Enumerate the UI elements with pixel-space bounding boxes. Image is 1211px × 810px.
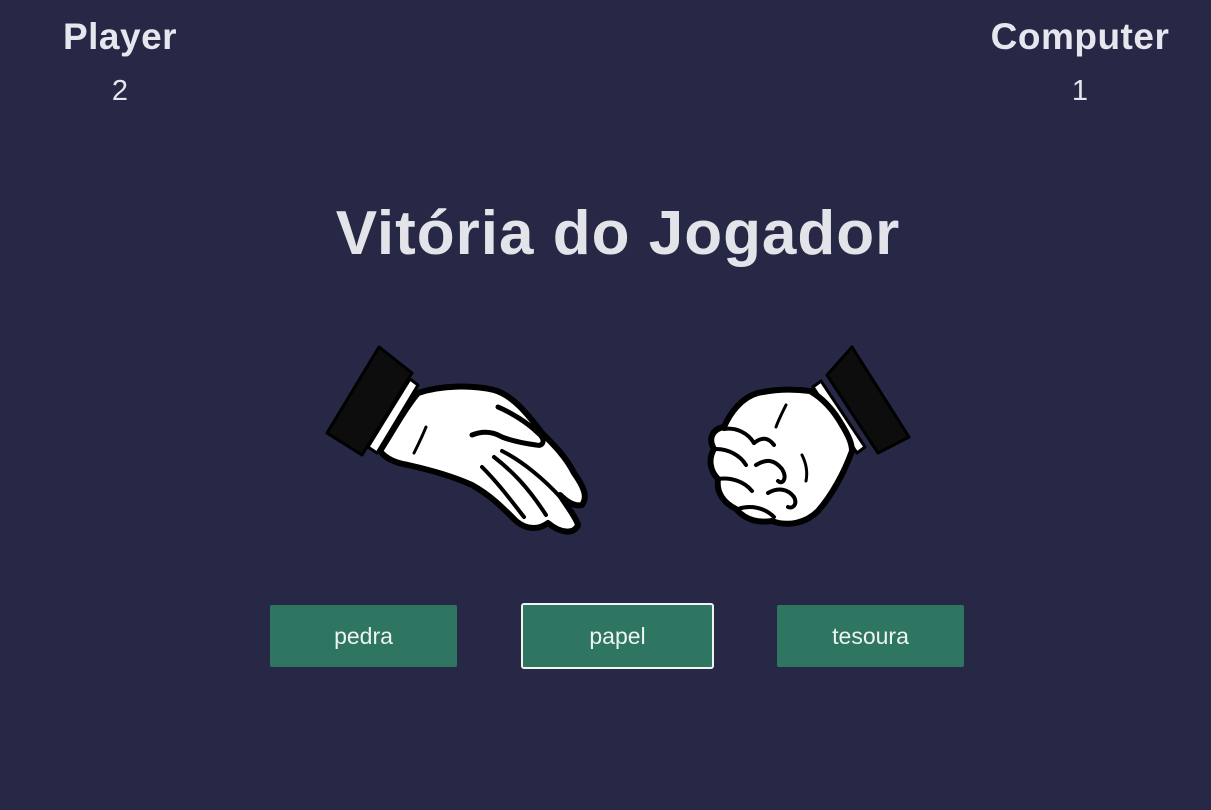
fist-rock-icon (707, 345, 911, 527)
open-hand-paper-icon (325, 345, 588, 535)
player-label: Player (62, 16, 178, 57)
player-score-panel: Player 2 (40, 14, 200, 108)
computer-label: Computer (990, 16, 1170, 57)
player-score: 2 (111, 75, 129, 107)
computer-score-panel: Computer 1 (980, 14, 1180, 108)
round-result: Vitória do Jogador (335, 199, 901, 268)
computer-fist-shape (707, 386, 855, 527)
choice-buttons: pedra papel tesoura (0, 603, 1211, 669)
scissors-button[interactable]: tesoura (777, 605, 964, 667)
paper-button[interactable]: papel (521, 603, 714, 669)
rock-button[interactable]: pedra (270, 605, 457, 667)
computer-score: 1 (1071, 75, 1089, 107)
player-hand-shape (377, 383, 588, 535)
